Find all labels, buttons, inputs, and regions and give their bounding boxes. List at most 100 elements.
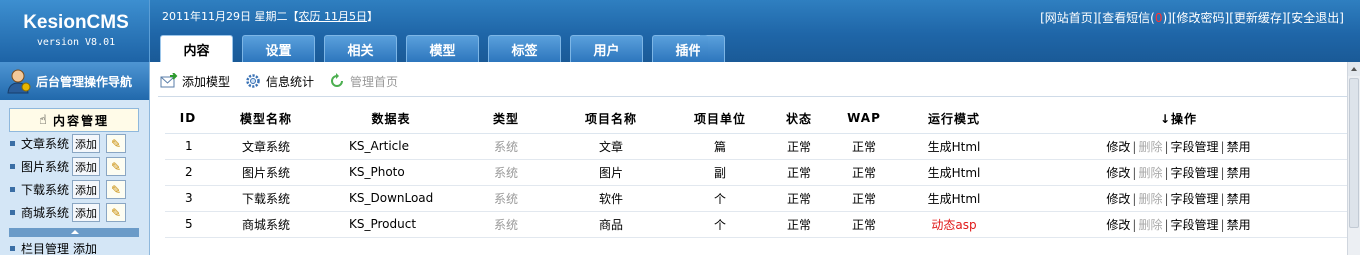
sidebar-item-label[interactable]: 文章系统 (21, 135, 71, 152)
col-header-data-table[interactable]: 数据表 (321, 104, 461, 134)
cell-run-mode: 生成Html (899, 133, 1009, 160)
sidebar-item-label[interactable]: 商城系统 (21, 204, 71, 221)
disable-link[interactable]: 禁用 (1227, 140, 1251, 154)
bullet-icon (10, 164, 15, 169)
add-model-button[interactable]: 添加模型 (160, 72, 230, 90)
disable-link[interactable]: 禁用 (1227, 192, 1251, 206)
refresh-cache-link[interactable]: [更新缓存] (1229, 11, 1286, 25)
add-article-button[interactable]: 添加 (72, 134, 100, 153)
disable-link[interactable]: 禁用 (1227, 218, 1251, 232)
col-header-wap[interactable]: WAP (829, 104, 899, 134)
add-photo-button[interactable]: 添加 (72, 157, 100, 176)
field-management-link[interactable]: 字段管理 (1171, 166, 1219, 180)
field-management-link[interactable]: 字段管理 (1171, 218, 1219, 232)
separator: | (1164, 191, 1169, 206)
logout-link[interactable]: [安全退出] (1287, 11, 1344, 25)
tab-settings[interactable]: 设置 (242, 35, 315, 62)
col-header-type[interactable]: 类型 (461, 104, 551, 134)
add-column-link[interactable]: 添加 (73, 240, 97, 257)
cell-item-name: 图片 (551, 159, 671, 186)
sidebar-item-label[interactable]: 图片系统 (21, 158, 71, 175)
lunar-date-link[interactable]: 农历 11月5日 (299, 10, 368, 23)
manage-home-button[interactable]: 管理首页 (328, 72, 398, 90)
column-management-label[interactable]: 栏目管理 (21, 240, 69, 257)
edit-pencil-icon[interactable]: ✎ (106, 134, 126, 153)
tab-related[interactable]: 相关 (324, 35, 397, 62)
edit-pencil-icon[interactable]: ✎ (106, 180, 126, 199)
vertical-scrollbar[interactable] (1347, 62, 1360, 255)
sms-count: 0 (1154, 11, 1163, 25)
tab-users[interactable]: 用户 (570, 35, 643, 62)
content-management-label: 内容管理 (52, 113, 109, 128)
cell-id: 3 (165, 185, 211, 212)
collapse-arrow-icon[interactable] (9, 228, 139, 237)
manage-home-label: 管理首页 (350, 74, 399, 89)
bullet-icon (10, 246, 15, 251)
cell-wap: 正常 (829, 185, 899, 212)
date-text: 2011年11月29日 星期二 (162, 10, 288, 23)
add-download-button[interactable]: 添加 (72, 180, 100, 199)
add-model-icon (160, 72, 178, 90)
tabs-end-cap (700, 35, 708, 62)
change-password-link[interactable]: [修改密码] (1172, 11, 1229, 25)
edit-pencil-icon[interactable]: ✎ (106, 157, 126, 176)
col-header-item-name[interactable]: 项目名称 (551, 104, 671, 134)
cell-run-mode: 生成Html (899, 159, 1009, 186)
sidebar-item-label[interactable]: 下载系统 (21, 181, 71, 198)
col-header-status[interactable]: 状态 (769, 104, 829, 134)
gear-icon (244, 72, 262, 90)
cell-item-name: 商品 (551, 211, 671, 238)
content-management-header[interactable]: ☝ 内容管理 (9, 108, 139, 132)
field-management-link[interactable]: 字段管理 (1171, 140, 1219, 154)
cell-run-mode: 生成Html (899, 185, 1009, 212)
tab-models[interactable]: 模型 (406, 35, 479, 62)
edit-link[interactable]: 修改 (1106, 166, 1130, 180)
separator: | (1164, 139, 1169, 154)
bullet-icon (10, 210, 15, 215)
tab-plugins[interactable]: 插件 (652, 35, 725, 62)
model-table: ID 模型名称 数据表 类型 项目名称 项目单位 状态 WAP 运行模式 ↓操作… (165, 104, 1348, 238)
disable-link[interactable]: 禁用 (1227, 166, 1251, 180)
cell-id: 2 (165, 159, 211, 186)
col-header-model-name[interactable]: 模型名称 (211, 104, 321, 134)
col-header-run-mode[interactable]: 运行模式 (899, 104, 1009, 134)
tab-labels[interactable]: 标签 (488, 35, 561, 62)
edit-link[interactable]: 修改 (1106, 218, 1130, 232)
col-header-id[interactable]: ID (165, 104, 211, 134)
cell-id: 5 (165, 211, 211, 238)
cell-status: 正常 (769, 211, 829, 238)
separator: | (1164, 165, 1169, 180)
site-home-link[interactable]: [网站首页] (1040, 11, 1097, 25)
sidebar-item-columns: 栏目管理 添加 (0, 240, 149, 257)
lunar-close: 】 (367, 10, 378, 23)
col-header-operations[interactable]: ↓操作 (1009, 104, 1348, 134)
add-model-label: 添加模型 (182, 74, 231, 89)
add-product-button[interactable]: 添加 (72, 203, 100, 222)
cell-item-name: 文章 (551, 133, 671, 160)
field-management-link[interactable]: 字段管理 (1171, 192, 1219, 206)
nav-title: 后台管理操作导航 (36, 74, 133, 89)
date-display: 2011年11月29日 星期二【农历 11月5日】 (162, 8, 378, 24)
sms-prefix: [查看短信( (1097, 11, 1155, 25)
edit-link[interactable]: 修改 (1106, 192, 1130, 206)
tab-content[interactable]: 内容 (160, 35, 233, 62)
separator: | (1220, 191, 1225, 206)
cell-status: 正常 (769, 159, 829, 186)
info-stats-button[interactable]: 信息统计 (244, 72, 314, 90)
scroll-thumb[interactable] (1349, 78, 1359, 228)
cell-item-unit: 个 (671, 185, 769, 212)
cell-operations: 修改 | 删除 | 字段管理 | 禁用 (1009, 133, 1348, 160)
col-header-item-unit[interactable]: 项目单位 (671, 104, 769, 134)
edit-link[interactable]: 修改 (1106, 140, 1130, 154)
toolbar: 添加模型 信息统计 管理首页 (160, 68, 412, 94)
cell-item-name: 软件 (551, 185, 671, 212)
cell-model-name: 下载系统 (211, 185, 321, 212)
cell-data-table: KS_DownLoad (321, 185, 461, 212)
scroll-up-arrow-icon[interactable] (1348, 62, 1360, 76)
edit-pencil-icon[interactable]: ✎ (106, 203, 126, 222)
cell-wap: 正常 (829, 133, 899, 160)
separator: | (1132, 165, 1137, 180)
table-row: 2 图片系统 KS_Photo 系统 图片 副 正常 正常 生成Html 修改 |… (165, 159, 1348, 186)
view-sms-link[interactable]: [查看短信(0)] (1097, 11, 1171, 25)
delete-link: 删除 (1138, 191, 1163, 206)
